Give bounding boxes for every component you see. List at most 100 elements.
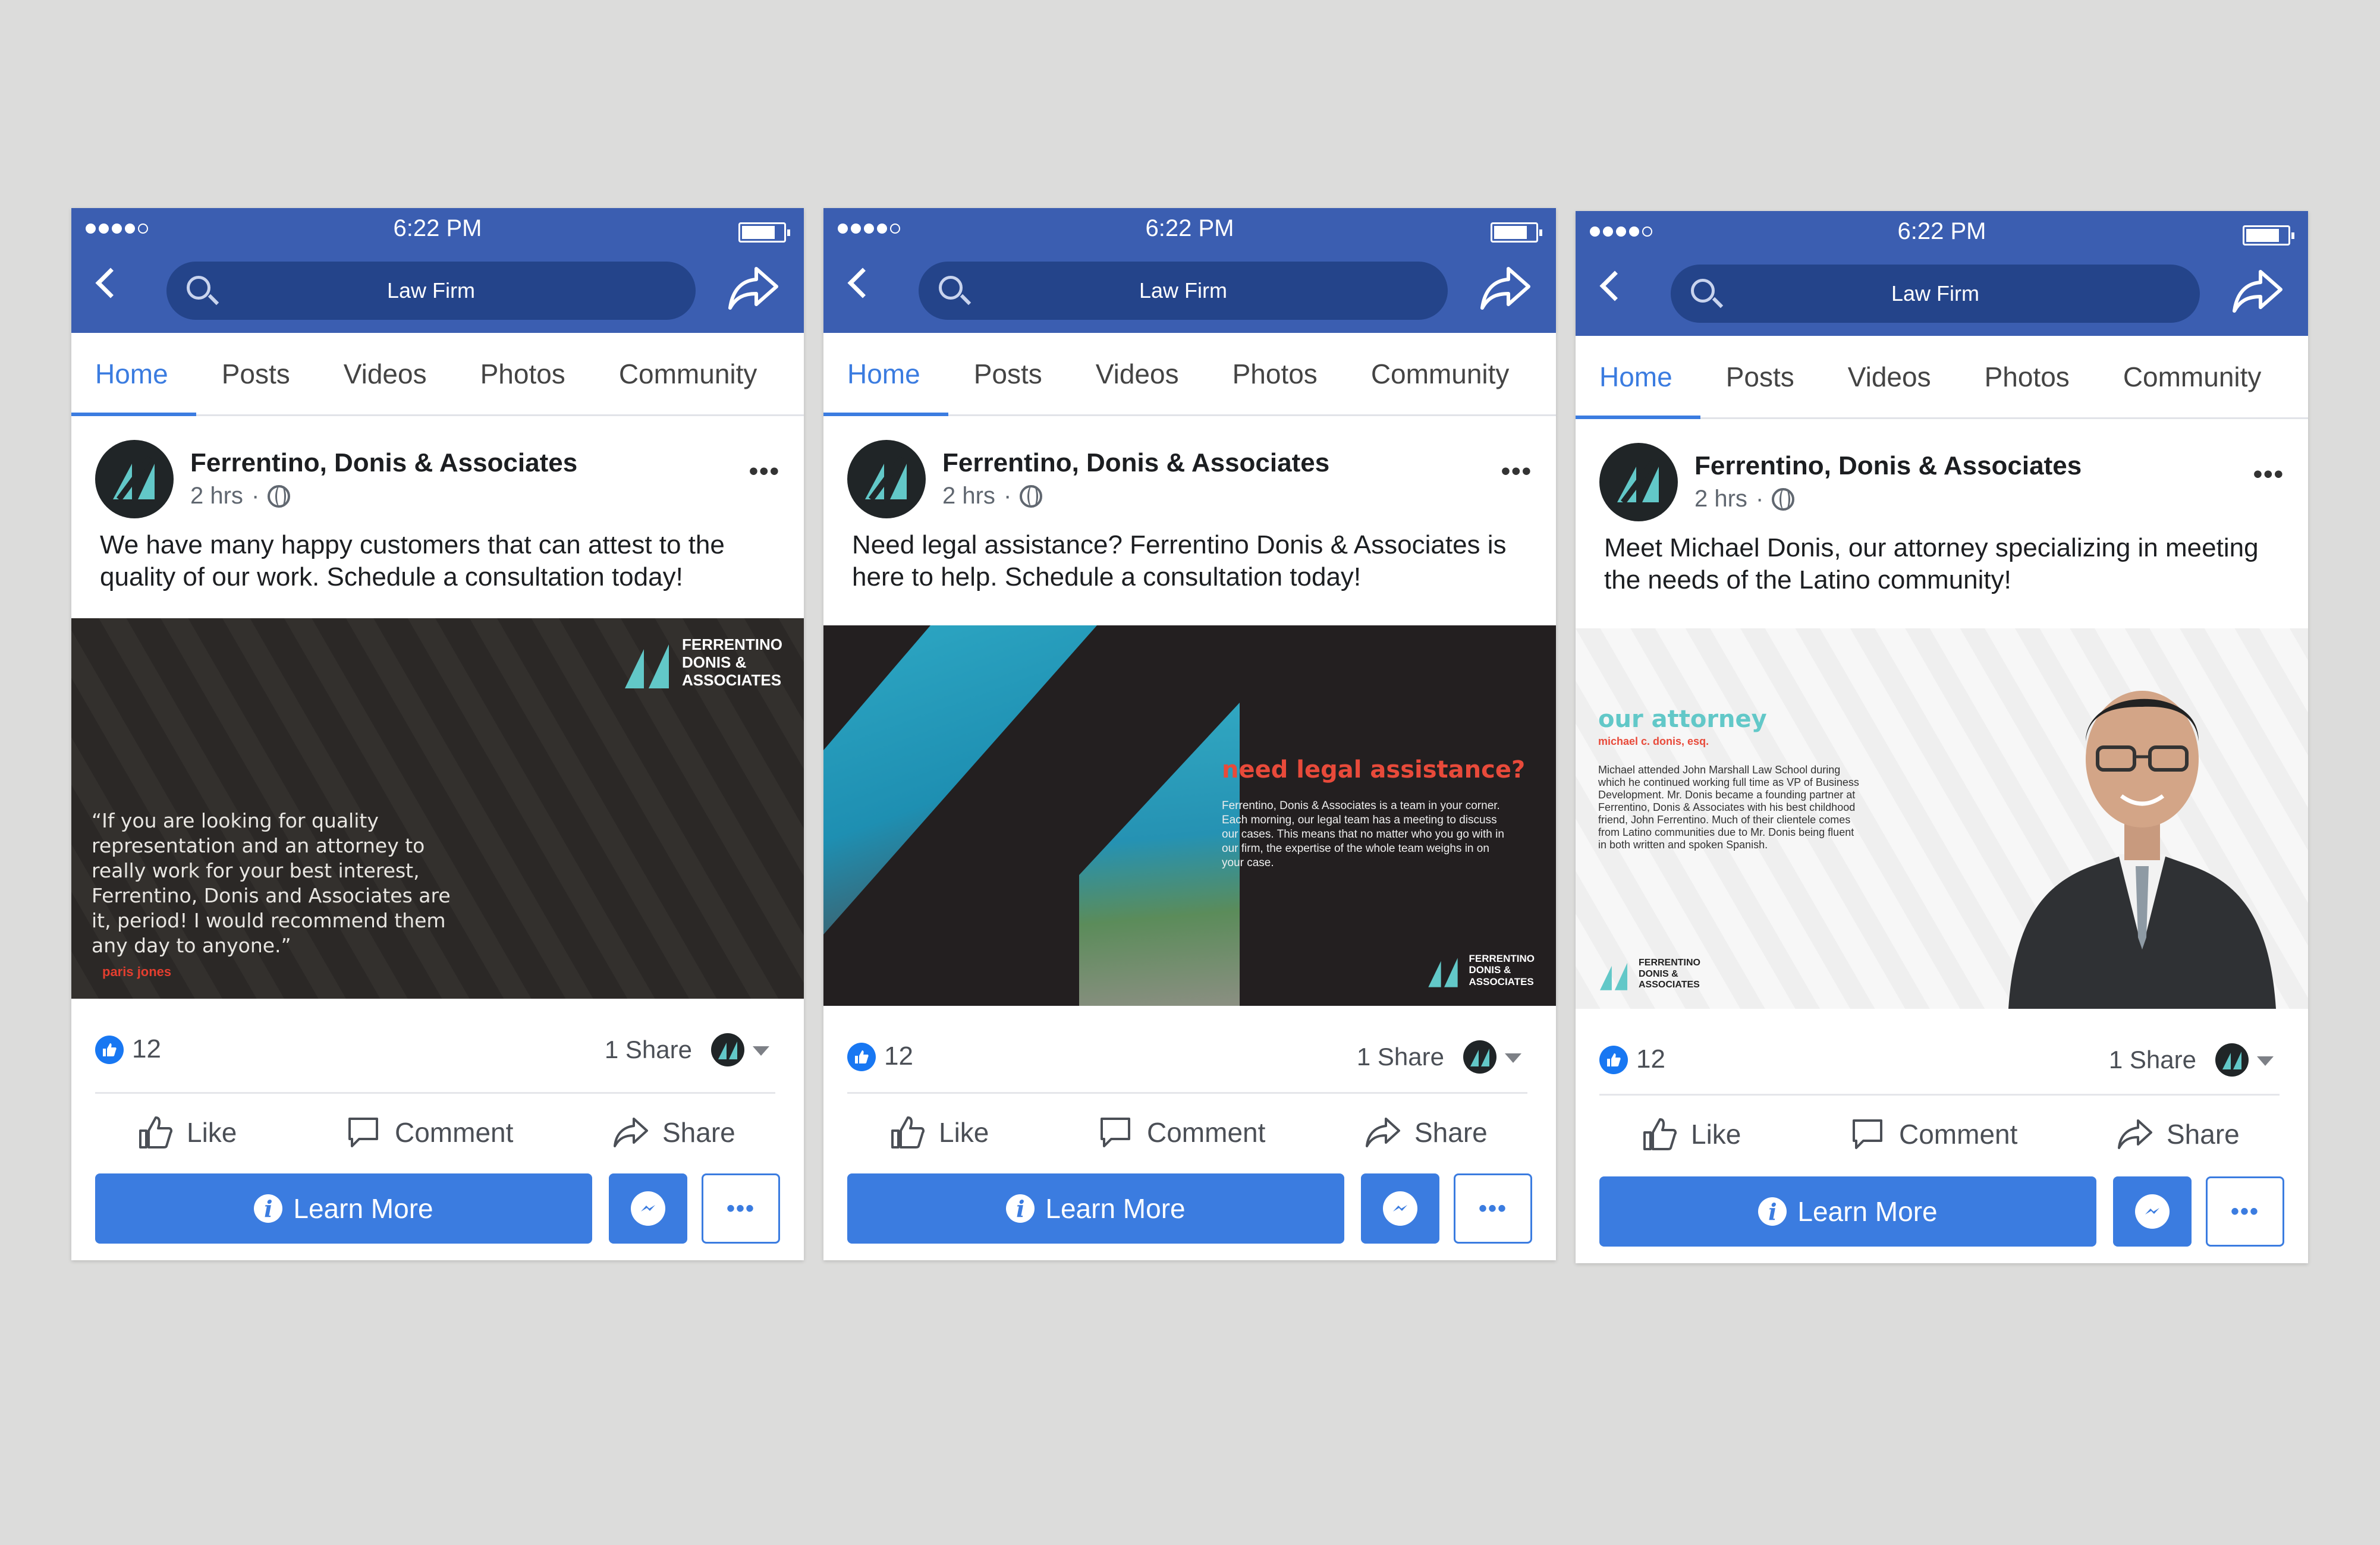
- share-button[interactable]: Share: [2117, 1116, 2240, 1153]
- page-avatar-small[interactable]: [1463, 1040, 1496, 1074]
- brand-mark-icon: [625, 644, 669, 688]
- post-time: 2 hrs: [190, 483, 243, 509]
- tab-community[interactable]: Community: [619, 358, 757, 390]
- tab-videos[interactable]: Videos: [1096, 358, 1179, 390]
- tab-community[interactable]: Community: [1371, 358, 1510, 390]
- comment-button[interactable]: Comment: [1097, 1114, 1265, 1151]
- more-actions-button[interactable]: •••: [1454, 1173, 1532, 1244]
- battery-icon: [738, 222, 790, 243]
- tab-home[interactable]: Home: [95, 358, 168, 390]
- page-name[interactable]: Ferrentino, Donis & Associates: [942, 448, 1329, 478]
- info-icon: i: [254, 1194, 283, 1223]
- post-image[interactable]: need legal assistance? Ferrentino, Donis…: [823, 625, 1556, 1006]
- like-button[interactable]: Like: [889, 1114, 989, 1151]
- share-arrow-icon[interactable]: [1480, 265, 1531, 311]
- post-caption: Meet Michael Donis, our attorney special…: [1604, 533, 2259, 594]
- page-name[interactable]: Ferrentino, Donis & Associates: [1694, 451, 2082, 481]
- search-text: Law Firm: [386, 278, 475, 303]
- post-image[interactable]: our attorney michael c. donis, esq. Mich…: [1576, 628, 2308, 1009]
- learn-more-button[interactable]: i Learn More: [1599, 1176, 2096, 1247]
- post-caption: We have many happy customers that can at…: [100, 530, 725, 591]
- tab-posts[interactable]: Posts: [1726, 361, 1794, 393]
- avatar[interactable]: [1599, 443, 1678, 521]
- tab-home[interactable]: Home: [1599, 361, 1672, 393]
- shares-count[interactable]: 1 Share: [2109, 1046, 2196, 1074]
- tab-home[interactable]: Home: [847, 358, 920, 390]
- post-image[interactable]: FERRENTINO DONIS & ASSOCIATES “If you ar…: [71, 618, 804, 999]
- page-avatar-small[interactable]: [711, 1033, 744, 1066]
- tab-posts[interactable]: Posts: [974, 358, 1042, 390]
- caret-down-icon[interactable]: [753, 1046, 769, 1056]
- tab-posts[interactable]: Posts: [222, 358, 290, 390]
- page-avatar-small[interactable]: [2215, 1043, 2249, 1077]
- comment-icon: [348, 1118, 378, 1147]
- back-arrow-icon[interactable]: [95, 268, 126, 298]
- likes-count[interactable]: 12: [884, 1041, 913, 1071]
- tab-community[interactable]: Community: [2123, 361, 2262, 393]
- more-actions-button[interactable]: •••: [702, 1173, 780, 1244]
- globe-icon: [268, 484, 291, 508]
- comment-button[interactable]: Comment: [345, 1114, 513, 1151]
- more-options-icon[interactable]: •••: [749, 457, 780, 486]
- share-arrow-icon[interactable]: [2232, 268, 2283, 314]
- testimonial-author: paris jones: [102, 964, 172, 979]
- search-bar[interactable]: Law Firm: [166, 262, 696, 320]
- likes-count[interactable]: 12: [1636, 1044, 1665, 1074]
- avatar[interactable]: [847, 440, 926, 518]
- brand-logo: FERRENTINO DONIS & ASSOCIATES: [1425, 952, 1535, 988]
- post-meta: 2 hrs ·: [942, 483, 1043, 509]
- back-arrow-icon[interactable]: [1599, 270, 1630, 301]
- status-time: 6:22 PM: [1145, 215, 1234, 241]
- like-label: Like: [1691, 1119, 1741, 1150]
- page-name[interactable]: Ferrentino, Donis & Associates: [190, 448, 577, 478]
- search-bar[interactable]: Law Firm: [1671, 265, 2200, 323]
- post-meta: 2 hrs ·: [190, 483, 291, 509]
- caret-down-icon[interactable]: [2257, 1056, 2274, 1066]
- aerial-photo-right: [1079, 703, 1240, 1006]
- app-header: 6:22 PM Law Firm: [71, 208, 804, 333]
- cta-row: i Learn More •••: [1599, 1176, 2284, 1247]
- learn-more-button[interactable]: i Learn More: [95, 1173, 592, 1244]
- post-header: Ferrentino, Donis & Associates 2 hrs · •…: [1576, 419, 2308, 521]
- thumbs-up-icon: [891, 1116, 925, 1148]
- back-arrow-icon[interactable]: [847, 268, 878, 298]
- tab-videos[interactable]: Videos: [344, 358, 427, 390]
- share-arrow-icon[interactable]: [728, 265, 779, 311]
- learn-more-button[interactable]: i Learn More: [847, 1173, 1344, 1244]
- comment-label: Comment: [1899, 1119, 2018, 1150]
- shares-count[interactable]: 1 Share: [605, 1036, 692, 1064]
- avatar[interactable]: [95, 440, 174, 518]
- shares-count[interactable]: 1 Share: [1357, 1043, 1444, 1071]
- page-tabs: Home Posts Videos Photos Community: [823, 333, 1556, 416]
- battery-icon: [2243, 225, 2294, 246]
- post-time: 2 hrs: [1694, 486, 1747, 512]
- thumbs-up-icon: [139, 1116, 172, 1148]
- more-actions-button[interactable]: •••: [2206, 1176, 2284, 1247]
- tab-photos[interactable]: Photos: [1985, 361, 2070, 393]
- tab-videos[interactable]: Videos: [1848, 361, 1931, 393]
- like-label: Like: [939, 1117, 989, 1148]
- search-bar[interactable]: Law Firm: [919, 262, 1448, 320]
- post-actions: Like Comment Share: [823, 1094, 1556, 1183]
- messenger-button[interactable]: [609, 1173, 687, 1244]
- more-options-icon[interactable]: •••: [1501, 457, 1532, 486]
- info-icon: i: [1006, 1194, 1035, 1223]
- post-mockup-2: 6:22 PM Law Firm Home Posts Videos Photo…: [823, 208, 1556, 1260]
- more-options-icon[interactable]: •••: [2253, 460, 2284, 489]
- share-button[interactable]: Share: [1365, 1114, 1488, 1151]
- post-stats: 12 1 Share: [95, 999, 775, 1094]
- tab-photos[interactable]: Photos: [1233, 358, 1318, 390]
- page-tabs: Home Posts Videos Photos Community: [71, 333, 804, 416]
- post-header: Ferrentino, Donis & Associates 2 hrs · •…: [71, 416, 804, 518]
- comment-button[interactable]: Comment: [1849, 1116, 2017, 1153]
- share-button[interactable]: Share: [612, 1114, 735, 1151]
- like-button[interactable]: Like: [1641, 1116, 1741, 1153]
- like-button[interactable]: Like: [137, 1114, 237, 1151]
- likes-count[interactable]: 12: [132, 1034, 161, 1064]
- messenger-button[interactable]: [1361, 1173, 1439, 1244]
- messenger-button[interactable]: [2113, 1176, 2192, 1247]
- like-label: Like: [187, 1117, 237, 1148]
- attorney-subtitle: michael c. donis, esq.: [1598, 735, 1709, 747]
- tab-photos[interactable]: Photos: [480, 358, 565, 390]
- caret-down-icon[interactable]: [1505, 1053, 1521, 1063]
